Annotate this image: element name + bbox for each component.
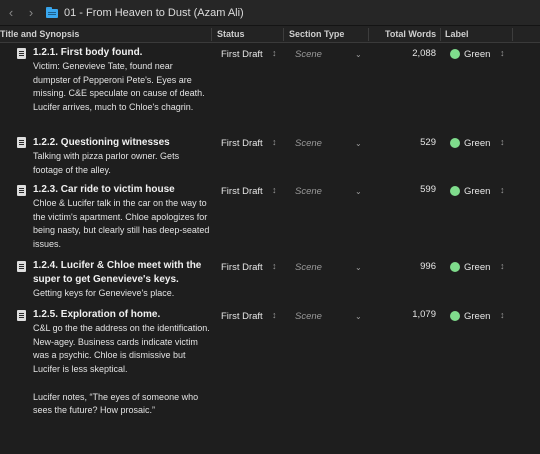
outline-header: Title and Synopsis Status Section Type T… <box>0 26 540 43</box>
label-color-dot <box>450 262 460 272</box>
section-type-value[interactable]: Scene <box>295 186 322 197</box>
label-value[interactable]: Green <box>464 311 490 322</box>
word-count: 996 <box>420 261 436 272</box>
status-value[interactable]: First Draft <box>221 311 263 322</box>
status-value[interactable]: First Draft <box>221 186 263 197</box>
folder-icon <box>46 7 58 18</box>
column-header-total-words[interactable]: Total Words <box>385 29 436 39</box>
row-title[interactable]: 1.2.1. First body found. <box>33 46 211 60</box>
label-color-dot <box>450 186 460 196</box>
row-synopsis[interactable]: Chloe & Lucifer talk in the car on the w… <box>33 197 211 252</box>
updown-chevron-icon[interactable]: ↕ <box>272 261 277 271</box>
document-icon <box>17 310 26 321</box>
column-header-title[interactable]: Title and Synopsis <box>0 29 79 39</box>
row-synopsis[interactable]: Victim: Genevieve Tate, found near dumps… <box>33 60 211 115</box>
chevron-down-icon[interactable]: ⌄ <box>355 263 362 272</box>
column-header-section-type[interactable]: Section Type <box>289 29 344 39</box>
section-type-value[interactable]: Scene <box>295 138 322 149</box>
label-value[interactable]: Green <box>464 262 490 273</box>
updown-chevron-icon[interactable]: ↕ <box>500 48 505 58</box>
status-value[interactable]: First Draft <box>221 262 263 273</box>
label-color-dot <box>450 49 460 59</box>
word-count: 2,088 <box>412 48 436 59</box>
label-value[interactable]: Green <box>464 138 490 149</box>
document-icon <box>17 48 26 59</box>
updown-chevron-icon[interactable]: ↕ <box>272 185 277 195</box>
label-value[interactable]: Green <box>464 186 490 197</box>
document-icon <box>17 137 26 148</box>
word-count: 1,079 <box>412 309 436 320</box>
row-title[interactable]: 1.2.3. Car ride to victim house <box>33 183 211 197</box>
chevron-down-icon[interactable]: ⌄ <box>355 50 362 59</box>
label-color-dot <box>450 138 460 148</box>
label-value[interactable]: Green <box>464 49 490 60</box>
column-header-status[interactable]: Status <box>217 29 245 39</box>
word-count: 529 <box>420 137 436 148</box>
chevron-down-icon[interactable]: ⌄ <box>355 139 362 148</box>
status-value[interactable]: First Draft <box>221 49 263 60</box>
row-synopsis[interactable]: Getting keys for Genevieve's place. <box>33 287 211 301</box>
document-icon <box>17 185 26 196</box>
chevron-right-icon[interactable]: › <box>24 3 38 23</box>
chevron-left-icon[interactable]: ‹ <box>4 3 18 23</box>
chevron-down-icon[interactable]: ⌄ <box>355 312 362 321</box>
updown-chevron-icon[interactable]: ↕ <box>272 48 277 58</box>
updown-chevron-icon[interactable]: ↕ <box>272 137 277 147</box>
label-color-dot <box>450 311 460 321</box>
updown-chevron-icon[interactable]: ↕ <box>500 185 505 195</box>
document-title: 01 - From Heaven to Dust (Azam Ali) <box>64 6 244 19</box>
status-value[interactable]: First Draft <box>221 138 263 149</box>
chevron-down-icon[interactable]: ⌄ <box>355 187 362 196</box>
updown-chevron-icon[interactable]: ↕ <box>500 261 505 271</box>
row-synopsis[interactable]: Talking with pizza parlor owner. Gets fo… <box>33 150 211 177</box>
document-icon <box>17 261 26 272</box>
updown-chevron-icon[interactable]: ↕ <box>500 137 505 147</box>
word-count: 599 <box>420 184 436 195</box>
updown-chevron-icon[interactable]: ↕ <box>272 310 277 320</box>
row-title[interactable]: 1.2.2. Questioning witnesses <box>33 136 211 150</box>
toolbar: ‹ › 01 - From Heaven to Dust (Azam Ali) <box>0 0 540 26</box>
section-type-value[interactable]: Scene <box>295 311 322 322</box>
section-type-value[interactable]: Scene <box>295 262 322 273</box>
row-synopsis[interactable]: C&L go the the address on the identifica… <box>33 322 211 418</box>
row-title[interactable]: 1.2.5. Exploration of home. <box>33 308 211 322</box>
column-header-label[interactable]: Label <box>445 29 469 39</box>
section-type-value[interactable]: Scene <box>295 49 322 60</box>
updown-chevron-icon[interactable]: ↕ <box>500 310 505 320</box>
row-title[interactable]: 1.2.4. Lucifer & Chloe meet with the sup… <box>33 259 211 286</box>
